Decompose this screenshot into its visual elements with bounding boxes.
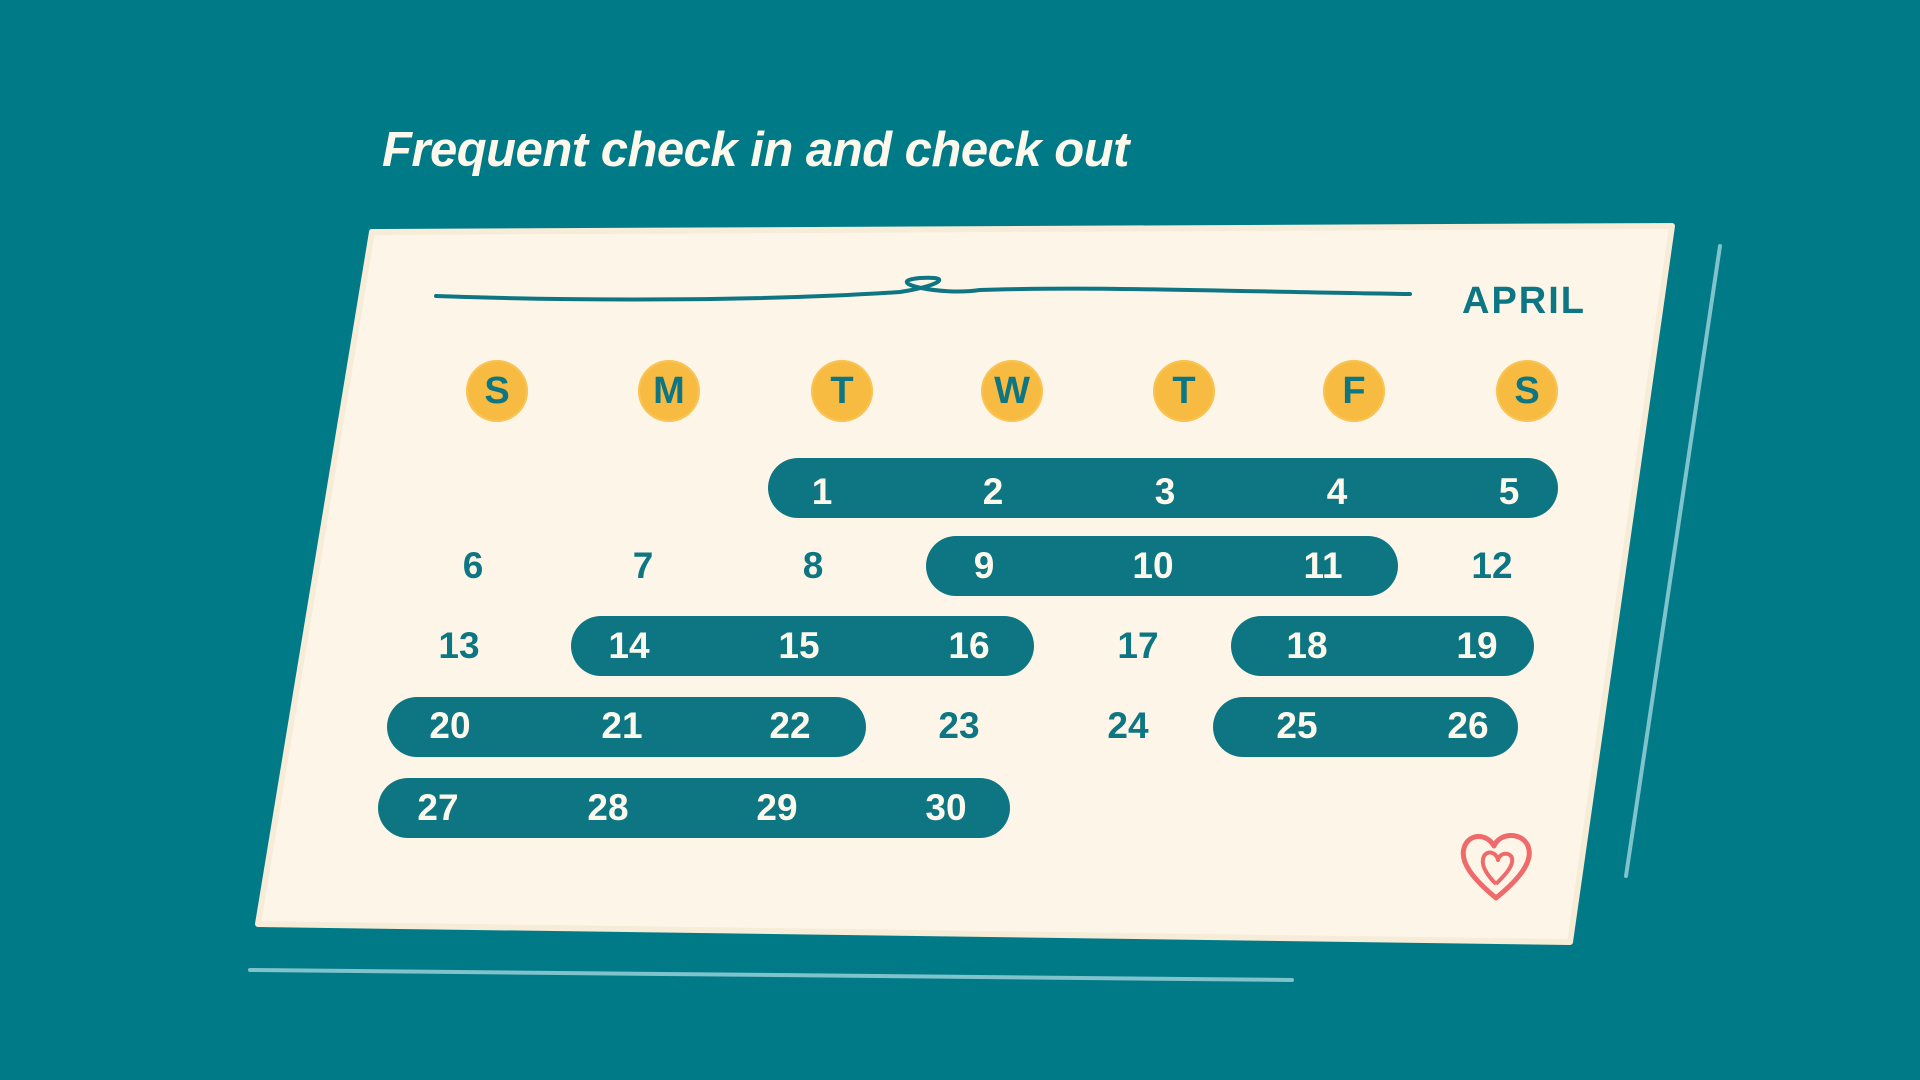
day-23[interactable]: 23 [919,704,999,748]
day-4[interactable]: 4 [1297,470,1377,514]
day-8[interactable]: 8 [773,544,853,588]
day-24[interactable]: 24 [1088,704,1168,748]
day-12[interactable]: 12 [1452,544,1532,588]
weekday-friday: F [1323,360,1385,422]
day-18[interactable]: 18 [1267,624,1347,668]
day-6[interactable]: 6 [433,544,513,588]
day-13[interactable]: 13 [419,624,499,668]
day-26[interactable]: 26 [1428,704,1508,748]
day-19[interactable]: 19 [1437,624,1517,668]
day-15[interactable]: 15 [759,624,839,668]
day-27[interactable]: 27 [398,786,478,830]
heart-logo-icon [1460,833,1532,901]
day-2[interactable]: 2 [953,470,1033,514]
weekday-thursday: T [1153,360,1215,422]
day-5[interactable]: 5 [1469,470,1549,514]
day-16[interactable]: 16 [929,624,1009,668]
day-22[interactable]: 22 [750,704,830,748]
weekday-monday: M [638,360,700,422]
month-label: APRIL [1462,280,1586,322]
day-3[interactable]: 3 [1125,470,1205,514]
day-29[interactable]: 29 [737,786,817,830]
day-17[interactable]: 17 [1098,624,1178,668]
weekday-saturday: S [1496,360,1558,422]
weekday-sunday: S [466,360,528,422]
day-9[interactable]: 9 [944,544,1024,588]
day-28[interactable]: 28 [568,786,648,830]
day-14[interactable]: 14 [589,624,669,668]
day-21[interactable]: 21 [582,704,662,748]
day-20[interactable]: 20 [410,704,490,748]
day-30[interactable]: 30 [906,786,986,830]
weekday-tuesday: T [811,360,873,422]
day-1[interactable]: 1 [782,470,862,514]
day-7[interactable]: 7 [603,544,683,588]
day-25[interactable]: 25 [1257,704,1337,748]
weekday-wednesday: W [981,360,1043,422]
day-11[interactable]: 11 [1283,544,1363,588]
day-10[interactable]: 10 [1113,544,1193,588]
